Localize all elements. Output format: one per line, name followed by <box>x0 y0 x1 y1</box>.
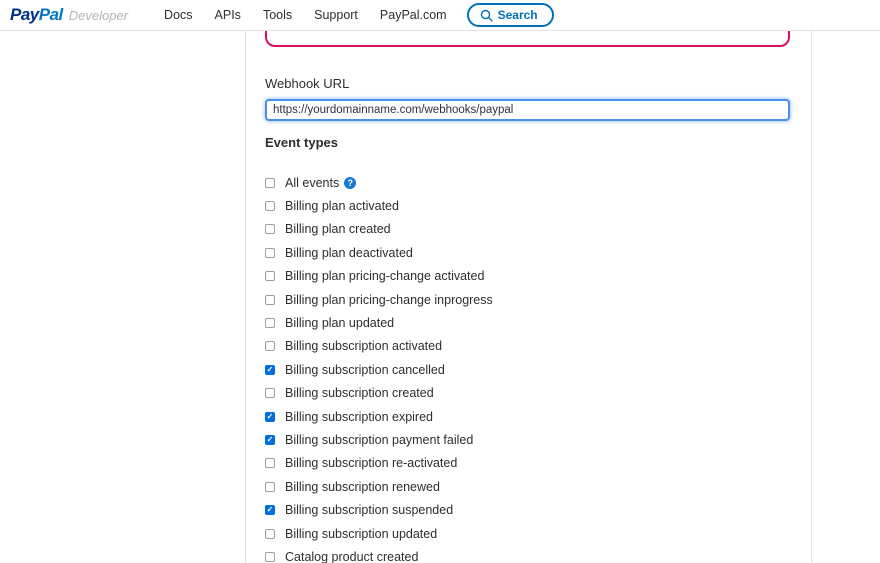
event-type-label: Billing plan updated <box>285 316 394 330</box>
event-type-checkbox[interactable] <box>265 178 275 188</box>
event-type-row[interactable]: Billing plan created <box>265 218 790 241</box>
paypal-developer-logo[interactable]: PayPal Developer <box>10 5 128 25</box>
event-type-row[interactable]: Billing subscription expired <box>265 405 790 428</box>
event-type-checkbox[interactable] <box>265 271 275 281</box>
event-type-row[interactable]: All events <box>265 171 790 194</box>
event-type-checkbox[interactable] <box>265 248 275 258</box>
event-type-row[interactable]: Billing plan activated <box>265 194 790 217</box>
event-type-row[interactable]: Billing subscription renewed <box>265 475 790 498</box>
event-type-row[interactable]: Billing plan deactivated <box>265 241 790 264</box>
event-type-checkbox[interactable] <box>265 201 275 211</box>
event-type-checkbox[interactable] <box>265 412 275 422</box>
event-type-checkbox[interactable] <box>265 435 275 445</box>
event-type-label: Billing subscription renewed <box>285 480 440 494</box>
event-types-label: Event types <box>265 135 790 150</box>
event-type-checkbox[interactable] <box>265 552 275 562</box>
event-type-label: All events <box>285 176 339 190</box>
event-type-checkbox[interactable] <box>265 318 275 328</box>
search-button[interactable]: Search <box>467 3 554 27</box>
event-type-row[interactable]: Billing subscription suspended <box>265 498 790 521</box>
event-type-row[interactable]: Billing plan updated <box>265 311 790 334</box>
event-type-checkbox[interactable] <box>265 458 275 468</box>
event-types-list: All events Billing plan activated Billin… <box>265 171 790 563</box>
logo-pay: Pay <box>10 5 39 25</box>
event-type-label: Billing plan pricing-change activated <box>285 269 484 283</box>
event-type-checkbox[interactable] <box>265 529 275 539</box>
event-type-label: Billing subscription expired <box>285 410 433 424</box>
event-type-row[interactable]: Billing subscription re-activated <box>265 452 790 475</box>
search-icon <box>480 9 493 22</box>
event-type-checkbox[interactable] <box>265 365 275 375</box>
event-type-row[interactable]: Billing subscription updated <box>265 522 790 545</box>
primary-nav: Docs APIs Tools Support PayPal.com <box>164 8 447 22</box>
event-type-checkbox[interactable] <box>265 224 275 234</box>
event-type-label: Billing subscription suspended <box>285 503 453 517</box>
logo-pal: Pal <box>39 5 63 25</box>
event-type-label: Billing plan created <box>285 222 391 236</box>
event-type-row[interactable]: Billing subscription payment failed <box>265 428 790 451</box>
event-type-label: Billing subscription created <box>285 386 434 400</box>
webhook-form-panel: Webhook URL Event types All events Billi… <box>245 31 812 563</box>
event-type-checkbox[interactable] <box>265 341 275 351</box>
event-type-checkbox[interactable] <box>265 295 275 305</box>
search-button-label: Search <box>498 8 538 22</box>
nav-item-support[interactable]: Support <box>314 8 358 22</box>
event-type-checkbox[interactable] <box>265 388 275 398</box>
nav-item-paypal-com[interactable]: PayPal.com <box>380 8 447 22</box>
event-type-label: Catalog product created <box>285 550 418 563</box>
top-nav-bar: PayPal Developer Docs APIs Tools Support… <box>0 0 880 31</box>
webhook-url-label: Webhook URL <box>265 76 790 91</box>
event-type-label: Billing subscription payment failed <box>285 433 473 447</box>
event-type-label: Billing plan pricing-change inprogress <box>285 293 493 307</box>
event-type-label: Billing plan activated <box>285 199 399 213</box>
event-type-label: Billing subscription activated <box>285 339 442 353</box>
nav-item-tools[interactable]: Tools <box>263 8 292 22</box>
event-type-row[interactable]: Billing subscription activated <box>265 335 790 358</box>
event-type-label: Billing subscription re-activated <box>285 456 457 470</box>
event-type-label: Billing plan deactivated <box>285 246 413 260</box>
logo-developer: Developer <box>69 8 128 23</box>
nav-item-apis[interactable]: APIs <box>215 8 241 22</box>
event-type-checkbox[interactable] <box>265 482 275 492</box>
event-type-checkbox[interactable] <box>265 505 275 515</box>
nav-item-docs[interactable]: Docs <box>164 8 192 22</box>
event-type-row[interactable]: Catalog product created <box>265 545 790 563</box>
event-type-label: Billing subscription updated <box>285 527 437 541</box>
event-type-row[interactable]: Billing plan pricing-change activated <box>265 265 790 288</box>
webhook-url-input[interactable] <box>265 99 790 121</box>
help-icon[interactable] <box>344 177 356 189</box>
event-type-row[interactable]: Billing subscription cancelled <box>265 358 790 381</box>
clipped-pink-bordered-box <box>265 31 790 47</box>
event-type-row[interactable]: Billing plan pricing-change inprogress <box>265 288 790 311</box>
event-type-label: Billing subscription cancelled <box>285 363 445 377</box>
event-type-row[interactable]: Billing subscription created <box>265 382 790 405</box>
